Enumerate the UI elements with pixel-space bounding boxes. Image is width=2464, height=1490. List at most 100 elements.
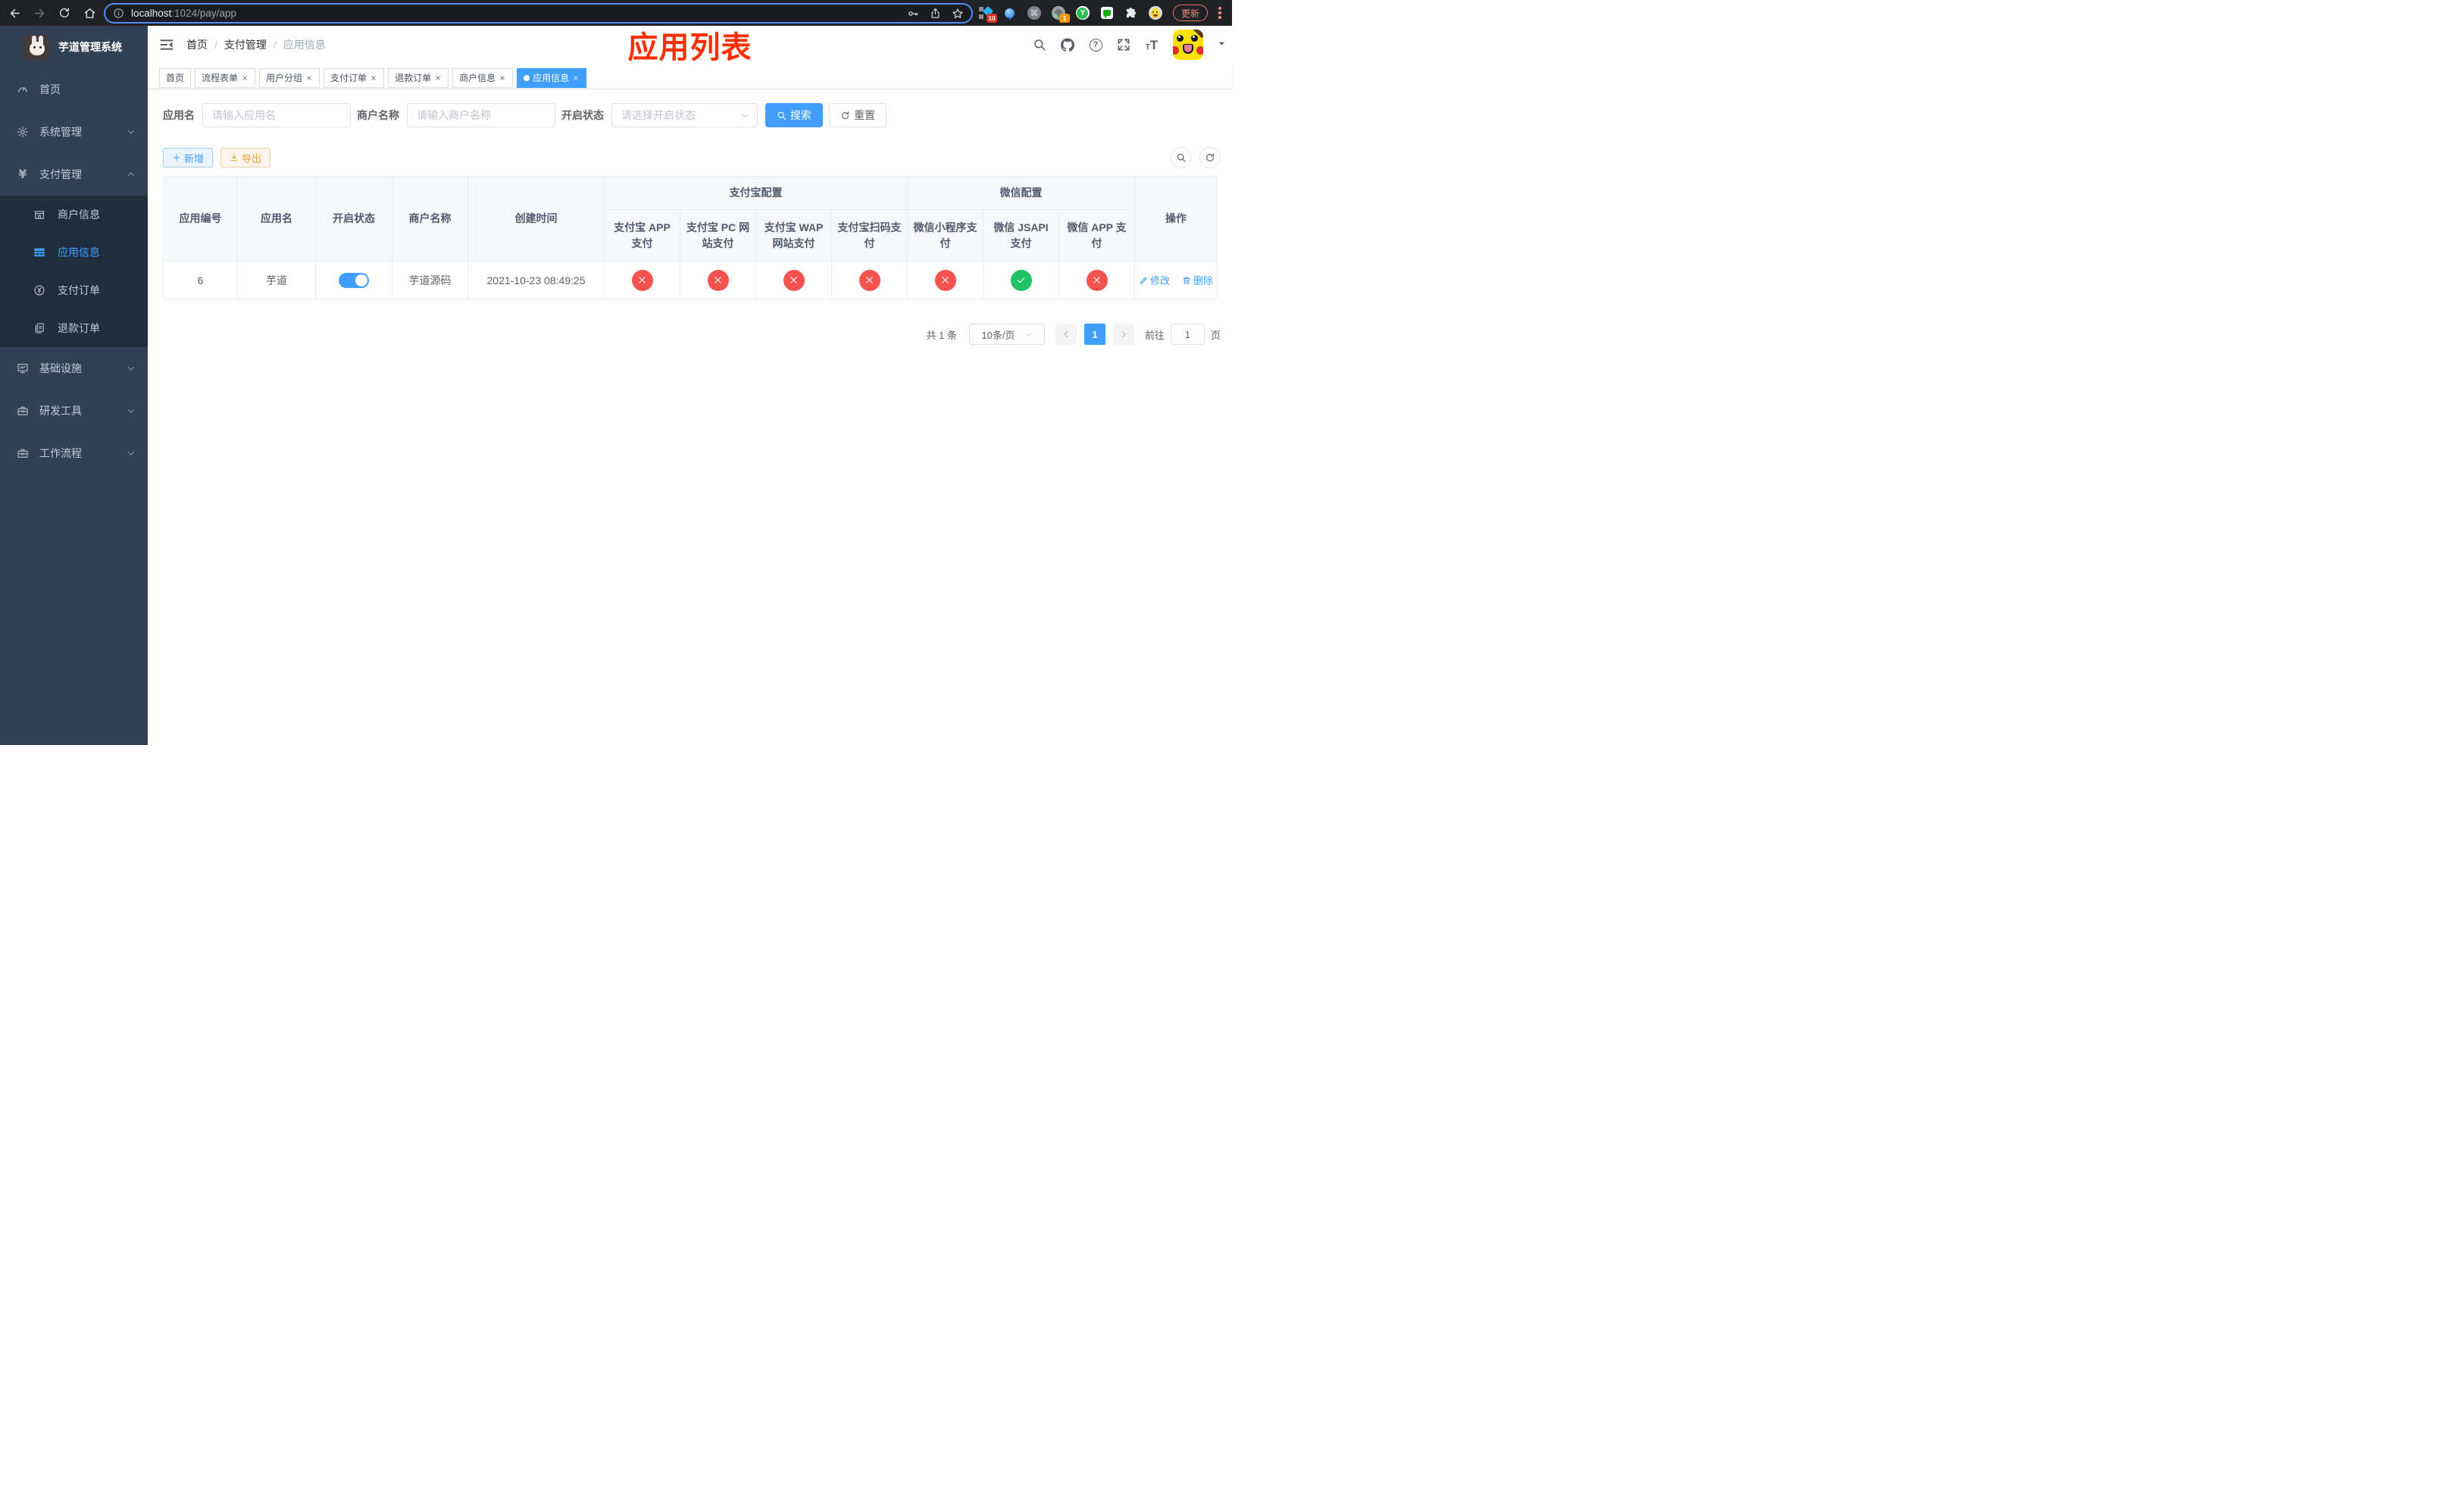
tab-user-group[interactable]: 用户分组 bbox=[259, 67, 321, 88]
chevron-down-icon bbox=[127, 127, 136, 136]
close-icon[interactable] bbox=[370, 74, 377, 82]
edit-link[interactable]: 修改 bbox=[1139, 273, 1170, 287]
table-row: 6 芋道 芋道源码 2021-10-23 08:49:25 修改 删除 bbox=[163, 261, 1218, 299]
browser-update-button[interactable]: 更新 bbox=[1172, 5, 1208, 21]
sidebar-item-merchant-info[interactable]: 商户信息 bbox=[0, 196, 148, 233]
refresh-button[interactable] bbox=[1199, 147, 1221, 168]
browser-toolbar: localhost:1024/pay/app 10 ⌘ 1 Y 更新 bbox=[0, 0, 1232, 26]
user-menu-caret-icon[interactable] bbox=[1218, 38, 1226, 52]
back-icon[interactable] bbox=[4, 2, 25, 23]
sidebar-item-payment-orders[interactable]: 支付订单 bbox=[0, 271, 148, 309]
tab-payment-orders[interactable]: 支付订单 bbox=[324, 67, 385, 88]
sidebar-item-refund-orders[interactable]: 退款订单 bbox=[0, 309, 148, 347]
sidebar-item-infra[interactable]: 基础设施 bbox=[0, 347, 148, 390]
breadcrumb: 首页 / 支付管理 / 应用信息 bbox=[186, 37, 326, 52]
extensions-puzzle-icon[interactable] bbox=[1124, 6, 1138, 20]
collapse-sidebar-icon[interactable] bbox=[159, 37, 174, 52]
close-icon[interactable] bbox=[241, 74, 249, 82]
search-icon[interactable] bbox=[1033, 38, 1046, 52]
close-icon[interactable] bbox=[305, 74, 313, 82]
next-page-button[interactable] bbox=[1112, 324, 1134, 345]
content: 应用名 商户名称 开启状态 请选择开启状态 搜索 bbox=[148, 89, 1232, 745]
help-icon[interactable]: ? bbox=[1089, 38, 1102, 52]
url-bar[interactable]: localhost:1024/pay/app bbox=[104, 3, 973, 23]
toolbox-icon bbox=[17, 447, 29, 459]
extension-profile-icon[interactable]: 1 bbox=[1051, 6, 1070, 23]
font-size-icon[interactable]: TT bbox=[1145, 38, 1159, 52]
extensions-area: 10 ⌘ 1 Y 更新 bbox=[978, 0, 1232, 26]
extension-diamond-icon[interactable]: 10 bbox=[978, 5, 997, 23]
status-alipay-app bbox=[631, 269, 653, 291]
tab-app-info[interactable]: 应用信息 bbox=[517, 67, 587, 88]
forward-icon[interactable] bbox=[29, 2, 50, 23]
bookmark-star-icon[interactable] bbox=[952, 8, 964, 20]
breadcrumb-home[interactable]: 首页 bbox=[186, 37, 208, 52]
merchant-name-input[interactable] bbox=[407, 103, 555, 127]
monitor-chart-icon bbox=[17, 362, 29, 374]
coin-yuan-icon bbox=[33, 284, 45, 296]
sidebar-item-home[interactable]: 首页 bbox=[0, 68, 148, 111]
tab-home[interactable]: 首页 bbox=[159, 67, 192, 88]
extension-balloon-icon[interactable] bbox=[1003, 6, 1017, 20]
cell-merchant: 芋道源码 bbox=[392, 261, 468, 299]
export-button[interactable]: 导出 bbox=[220, 148, 271, 167]
status-toggle[interactable] bbox=[339, 272, 369, 288]
tab-process-form[interactable]: 流程表单 bbox=[195, 67, 256, 88]
password-key-icon[interactable] bbox=[907, 8, 919, 20]
sidebar-item-dev-tools[interactable]: 研发工具 bbox=[0, 390, 148, 432]
gear-icon bbox=[17, 126, 29, 138]
toggle-search-button[interactable] bbox=[1171, 147, 1192, 168]
extension-chat-icon[interactable] bbox=[1100, 6, 1114, 20]
add-button[interactable]: 新增 bbox=[163, 148, 214, 167]
sidebar-item-app-info[interactable]: 应用信息 bbox=[0, 233, 148, 271]
close-icon[interactable] bbox=[499, 74, 506, 82]
app-name-input[interactable] bbox=[202, 103, 351, 127]
logo-avatar bbox=[24, 34, 49, 60]
tab-merchant-info[interactable]: 商户信息 bbox=[452, 67, 514, 88]
status-wechat-jsapi bbox=[1010, 269, 1032, 291]
chevron-down-icon bbox=[741, 111, 749, 120]
site-info-icon[interactable] bbox=[113, 8, 124, 19]
search-button[interactable]: 搜索 bbox=[765, 103, 823, 127]
home-icon[interactable] bbox=[79, 2, 100, 23]
browser-menu-icon[interactable] bbox=[1218, 7, 1221, 19]
status-select[interactable]: 请选择开启状态 bbox=[611, 103, 758, 127]
goto-label: 前往 bbox=[1144, 329, 1165, 341]
prev-page-button[interactable] bbox=[1055, 324, 1077, 345]
app-logo[interactable]: 芋道管理系统 bbox=[0, 26, 148, 68]
sidebar-item-payment[interactable]: ¥ 支付管理 bbox=[0, 153, 148, 196]
user-avatar[interactable] bbox=[1173, 30, 1203, 60]
cell-app-id: 6 bbox=[163, 261, 238, 299]
col-alipay-app: 支付宝 APP 支付 bbox=[604, 209, 680, 261]
extension-command-icon[interactable]: ⌘ bbox=[1027, 6, 1041, 20]
page-number-1[interactable]: 1 bbox=[1083, 324, 1105, 345]
tab-refund-orders[interactable]: 退款订单 bbox=[388, 67, 449, 88]
sidebar-item-workflow[interactable]: 工作流程 bbox=[0, 432, 148, 474]
col-group-wechat: 微信配置 bbox=[907, 176, 1135, 210]
col-alipay-qr: 支付宝扫码支付 bbox=[831, 209, 908, 261]
sidebar-item-system[interactable]: 系统管理 bbox=[0, 111, 148, 153]
cell-created: 2021-10-23 08:49:25 bbox=[467, 261, 605, 299]
screen: localhost:1024/pay/app 10 ⌘ 1 Y 更新 芋道管理系… bbox=[0, 0, 1232, 745]
delete-link[interactable]: 删除 bbox=[1182, 273, 1213, 287]
shop-icon bbox=[33, 208, 45, 221]
share-icon[interactable] bbox=[930, 8, 941, 19]
extension-y-icon[interactable]: Y bbox=[1075, 6, 1090, 20]
reset-button[interactable]: 重置 bbox=[829, 103, 886, 127]
goto-page-input[interactable] bbox=[1170, 324, 1205, 345]
col-created: 创建时间 bbox=[467, 176, 605, 261]
col-alipay-wap: 支付宝 WAP 网站支付 bbox=[755, 209, 832, 261]
close-icon[interactable] bbox=[572, 74, 580, 82]
reload-icon[interactable] bbox=[54, 2, 75, 23]
close-icon[interactable] bbox=[434, 74, 442, 82]
col-merchant: 商户名称 bbox=[392, 176, 468, 261]
page-size-select[interactable]: 10条/页 bbox=[968, 324, 1045, 345]
col-app-id: 应用编号 bbox=[163, 176, 238, 261]
breadcrumb-payment[interactable]: 支付管理 bbox=[224, 37, 267, 52]
chevron-down-icon bbox=[127, 406, 136, 415]
browser-profile-avatar[interactable] bbox=[1148, 6, 1162, 20]
breadcrumb-current: 应用信息 bbox=[283, 39, 326, 51]
fullscreen-icon[interactable] bbox=[1117, 38, 1130, 52]
github-icon[interactable] bbox=[1061, 38, 1074, 52]
documents-icon bbox=[33, 322, 45, 334]
